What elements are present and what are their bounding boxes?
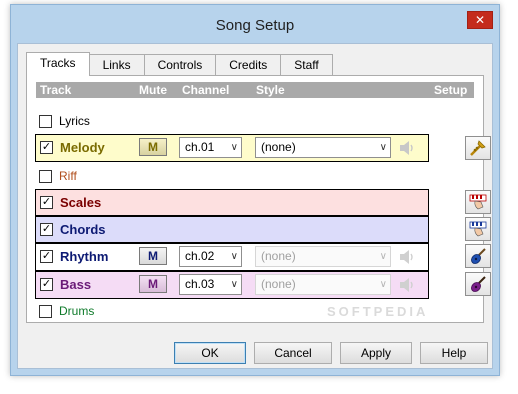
piano-hand-icon: [469, 194, 487, 210]
melody-style-select[interactable]: (none) ∨: [255, 137, 391, 158]
title-bar[interactable]: Song Setup ✕: [11, 5, 499, 43]
rhythm-style-select[interactable]: (none) ∨: [255, 246, 391, 267]
header-track: Track: [40, 83, 72, 97]
rhythm-style-value: (none): [261, 249, 296, 263]
track-row-rhythm: ✓ Rhythm M ch.02 ∨ (none) ∨: [35, 243, 429, 271]
header-mute: Mute: [139, 83, 167, 97]
guitar-icon: [471, 248, 486, 264]
speaker-icon[interactable]: [398, 277, 416, 293]
lyrics-checkbox[interactable]: [39, 115, 52, 128]
melody-mute-button[interactable]: M: [139, 138, 167, 156]
track-name-drums: Drums: [59, 304, 95, 318]
chevron-down-icon: ∨: [230, 142, 238, 153]
trumpet-icon: [470, 140, 486, 156]
bass-style-select[interactable]: (none) ∨: [255, 274, 391, 295]
bass-style-value: (none): [261, 277, 296, 291]
riff-checkbox[interactable]: [39, 170, 52, 183]
chevron-down-icon: ∨: [379, 142, 387, 153]
scales-checkbox[interactable]: ✓: [40, 196, 53, 209]
bass-icon: [471, 276, 486, 292]
melody-channel-select[interactable]: ch.01 ∨: [179, 137, 242, 158]
bass-setup-button[interactable]: [465, 272, 491, 296]
rhythm-channel-value: ch.02: [185, 249, 215, 263]
help-button[interactable]: Help: [420, 342, 488, 364]
bass-mute-button[interactable]: M: [139, 275, 167, 293]
track-row-lyrics: Lyrics: [35, 109, 429, 135]
header-style: Style: [256, 83, 285, 97]
track-row-scales: ✓ Scales: [35, 189, 429, 216]
track-name-bass: Bass: [60, 277, 92, 292]
softpedia-watermark: SOFTPEDIA: [327, 304, 429, 319]
header-channel: Channel: [182, 83, 230, 97]
track-row-melody: ✓ Melody M ch.01 ∨ (none) ∨: [35, 134, 429, 162]
tab-strip: Tracks Links Controls Credits Staff: [26, 52, 333, 76]
scales-setup-button[interactable]: [465, 190, 491, 214]
tracks-panel: Track Mute Channel Style Setup Lyrics ✓ …: [26, 75, 491, 323]
close-button[interactable]: ✕: [467, 11, 493, 29]
rhythm-mute-button[interactable]: M: [139, 247, 167, 265]
chevron-down-icon: ∨: [379, 279, 387, 290]
speaker-icon[interactable]: [398, 249, 416, 265]
melody-channel-value: ch.01: [185, 140, 215, 154]
rhythm-checkbox[interactable]: ✓: [40, 250, 53, 263]
column-header-bar: Track Mute Channel Style Setup: [36, 82, 474, 98]
track-name-melody: Melody: [60, 140, 105, 155]
piano-hand-icon: [469, 221, 487, 237]
bass-channel-value: ch.03: [185, 277, 215, 291]
tab-controls[interactable]: Controls: [143, 54, 217, 76]
drums-checkbox[interactable]: [39, 305, 52, 318]
track-row-bass: ✓ Bass M ch.03 ∨ (none) ∨: [35, 271, 429, 299]
bass-checkbox[interactable]: ✓: [40, 278, 53, 291]
chords-setup-button[interactable]: [465, 217, 491, 241]
rhythm-channel-select[interactable]: ch.02 ∨: [179, 246, 242, 267]
track-name-chords: Chords: [60, 222, 106, 237]
window-title: Song Setup: [215, 17, 295, 34]
dialog-body: Tracks Links Controls Credits Staff Trac…: [17, 43, 493, 369]
tab-links[interactable]: Links: [88, 54, 145, 76]
ok-button[interactable]: OK: [174, 342, 246, 364]
chords-checkbox[interactable]: ✓: [40, 223, 53, 236]
song-setup-window: Song Setup ✕ Tracks Links Controls Credi…: [10, 4, 500, 376]
apply-button[interactable]: Apply: [340, 342, 412, 364]
speaker-icon[interactable]: [398, 140, 416, 156]
melody-checkbox[interactable]: ✓: [40, 141, 53, 154]
track-name-riff: Riff: [59, 169, 77, 183]
cancel-button[interactable]: Cancel: [254, 342, 332, 364]
bass-channel-select[interactable]: ch.03 ∨: [179, 274, 242, 295]
track-row-chords: ✓ Chords: [35, 216, 429, 243]
melody-style-value: (none): [261, 140, 296, 154]
chevron-down-icon: ∨: [230, 279, 238, 290]
track-name-lyrics: Lyrics: [59, 114, 90, 128]
tab-credits[interactable]: Credits: [215, 54, 282, 76]
tab-tracks[interactable]: Tracks: [26, 52, 90, 76]
tab-staff[interactable]: Staff: [280, 54, 333, 76]
header-setup: Setup: [434, 83, 468, 97]
melody-setup-button[interactable]: [465, 136, 491, 160]
track-name-rhythm: Rhythm: [60, 249, 109, 264]
rhythm-setup-button[interactable]: [465, 244, 491, 268]
chevron-down-icon: ∨: [379, 251, 387, 262]
track-row-riff: Riff: [35, 164, 429, 190]
track-name-scales: Scales: [60, 195, 102, 210]
chevron-down-icon: ∨: [230, 251, 238, 262]
